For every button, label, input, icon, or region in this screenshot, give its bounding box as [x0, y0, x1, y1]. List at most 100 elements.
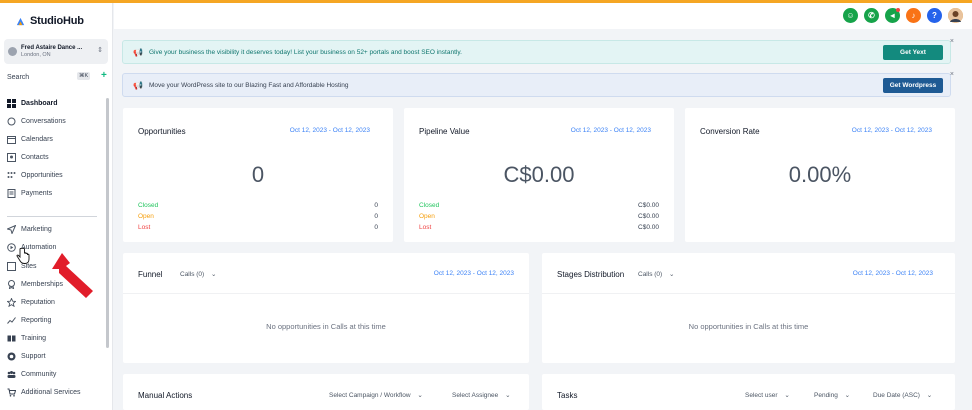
calendar-icon: [7, 135, 16, 144]
sidebar-item-label: Marketing: [21, 226, 52, 233]
stat-value: 0: [374, 213, 378, 220]
app-name: StudioHub: [30, 15, 84, 27]
chat-icon: [7, 117, 16, 126]
card-title: Pipeline Value: [419, 127, 470, 136]
sidebar-item-additional-services[interactable]: Additional Services: [0, 385, 108, 400]
stat-row-lost: Lost 0: [138, 224, 378, 231]
opportunities-count: 0: [251, 162, 265, 187]
sidebar-scrollbar[interactable]: [106, 98, 109, 348]
sidebar-item-training[interactable]: Training: [0, 331, 108, 346]
sidebar-item-opportunities[interactable]: Opportunities: [0, 168, 108, 183]
wordpress-banner: 📢 Move your WordPress site to our Blazin…: [122, 71, 954, 97]
sidebar-item-label: Payments: [21, 190, 53, 197]
card-title: Manual Actions: [138, 391, 193, 400]
user-avatar[interactable]: [948, 8, 963, 23]
card-divider: [542, 293, 955, 294]
user-dropdown[interactable]: Select user ⌄: [745, 391, 790, 399]
stat-value: 0: [374, 202, 378, 209]
card-title: Tasks: [557, 391, 578, 400]
dropdown-value: Calls (0): [638, 271, 663, 278]
search-button[interactable]: Search ⌘K +: [4, 70, 108, 84]
sidebar-item-label: Contacts: [21, 154, 49, 161]
chart-line-icon: [7, 316, 16, 325]
stat-label: Lost: [138, 224, 151, 231]
cart-icon: [7, 388, 16, 397]
dropdown-value: Pending: [814, 392, 838, 399]
announcement-icon[interactable]: ◂: [885, 8, 900, 23]
opportunities-icon: [7, 171, 16, 180]
sidebar-item-contacts[interactable]: Contacts: [0, 150, 108, 165]
get-wordpress-button[interactable]: Get Wordpress: [883, 78, 943, 93]
chevron-down-icon: ⌄: [211, 271, 217, 278]
yext-banner: 📢 Give your business the visibility it d…: [122, 38, 954, 64]
funnel-card: Funnel Calls (0) ⌄ Oct 12, 2023 - Oct 12…: [123, 253, 529, 363]
account-name: Fred Astaire Dance ...: [21, 44, 83, 51]
card-divider: [123, 293, 529, 294]
card-title: Conversion Rate: [700, 127, 760, 136]
account-location: London, ON: [21, 51, 51, 58]
stat-label: Closed: [138, 202, 159, 209]
sidebar-item-community[interactable]: Community: [0, 367, 108, 382]
date-range-picker[interactable]: Oct 12, 2023 - Oct 12, 2023: [290, 127, 370, 134]
date-range-picker[interactable]: Oct 12, 2023 - Oct 12, 2023: [434, 270, 514, 277]
contacts-icon: [7, 153, 16, 162]
search-shortcut: ⌘K: [77, 72, 91, 80]
hand-cursor-icon: [16, 248, 30, 264]
campaign-workflow-dropdown[interactable]: Select Campaign / Workflow ⌄: [329, 391, 423, 399]
chevron-down-icon: ⌄: [784, 392, 790, 399]
conversion-rate-value: 0.00%: [788, 162, 852, 187]
dropdown-value: Select user: [745, 392, 778, 399]
megaphone-icon: 📢: [133, 47, 143, 57]
pipeline-dropdown[interactable]: Calls (0) ⌄: [180, 270, 216, 278]
sidebar-item-label: Community: [21, 371, 57, 378]
sidebar-item-reporting[interactable]: Reporting: [0, 313, 108, 328]
sidebar-divider: [7, 216, 97, 217]
sidebar-item-dashboard[interactable]: Dashboard: [0, 96, 108, 111]
sidebar-item-label: Training: [21, 335, 47, 342]
manual-actions-card: Manual Actions Select Campaign / Workflo…: [123, 374, 529, 410]
sidebar-item-support[interactable]: Support: [0, 349, 108, 364]
stat-label: Lost: [419, 224, 432, 231]
stages-distribution-card: Stages Distribution Calls (0) ⌄ Oct 12, …: [542, 253, 955, 363]
opportunities-card: Opportunities Oct 12, 2023 - Oct 12, 202…: [123, 108, 393, 242]
sidebar-item-label: Dashboard: [21, 100, 58, 107]
stat-row-open: Open C$0.00: [419, 213, 659, 220]
notification-icon[interactable]: ♪: [906, 8, 921, 23]
sort-dropdown[interactable]: Due Date (ASC) ⌄: [873, 391, 932, 399]
app-logo[interactable]: StudioHub: [15, 15, 84, 27]
star-icon: [7, 298, 16, 307]
date-range-picker[interactable]: Oct 12, 2023 - Oct 12, 2023: [853, 270, 933, 277]
close-icon[interactable]: ×: [950, 71, 954, 78]
search-label: Search: [7, 74, 30, 81]
date-range-picker[interactable]: Oct 12, 2023 - Oct 12, 2023: [852, 127, 932, 134]
support-agent-icon[interactable]: ☺: [843, 8, 858, 23]
sidebar-item-calendars[interactable]: Calendars: [0, 132, 108, 147]
get-yext-button[interactable]: Get Yext: [883, 45, 943, 60]
assignee-dropdown[interactable]: Select Assignee ⌄: [452, 391, 511, 399]
empty-state-message: No opportunities in Calls at this time: [266, 322, 386, 331]
pipeline-dropdown[interactable]: Calls (0) ⌄: [638, 270, 674, 278]
card-title: Funnel: [138, 270, 163, 279]
date-range-picker[interactable]: Oct 12, 2023 - Oct 12, 2023: [571, 127, 651, 134]
book-icon: [7, 334, 16, 343]
dropdown-value: Due Date (ASC): [873, 392, 920, 399]
close-icon[interactable]: ×: [950, 38, 954, 45]
stat-value: C$0.00: [638, 213, 659, 220]
status-dropdown[interactable]: Pending ⌄: [814, 391, 850, 399]
sidebar-item-conversations[interactable]: Conversations: [0, 114, 108, 129]
sidebar-item-payments[interactable]: Payments: [0, 186, 108, 201]
phone-icon[interactable]: ✆: [864, 8, 879, 23]
membership-icon: [7, 280, 16, 289]
quick-add-icon[interactable]: +: [101, 70, 107, 81]
sidebar-item-marketing[interactable]: Marketing: [0, 222, 108, 237]
sidebar-item-label: Support: [21, 353, 46, 360]
pipeline-value-card: Pipeline Value Oct 12, 2023 - Oct 12, 20…: [404, 108, 674, 242]
sites-icon: [7, 262, 16, 271]
stat-row-lost: Lost C$0.00: [419, 224, 659, 231]
stat-value: C$0.00: [638, 202, 659, 209]
support-icon: [7, 352, 16, 361]
account-switcher[interactable]: Fred Astaire Dance ... London, ON ⇕: [4, 39, 108, 64]
help-icon[interactable]: ?: [927, 8, 942, 23]
sidebar: StudioHub Fred Astaire Dance ... London,…: [0, 3, 113, 410]
automation-icon: [7, 243, 16, 252]
